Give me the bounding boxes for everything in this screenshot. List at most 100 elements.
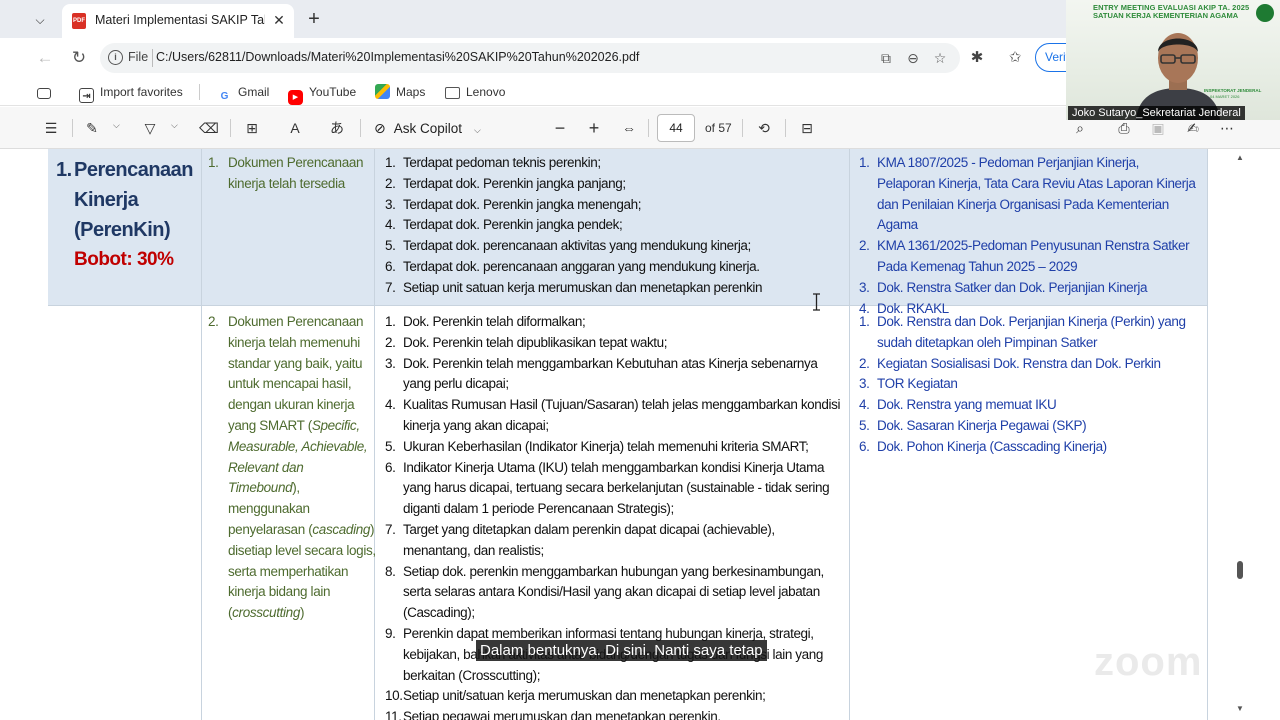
favorites-divider <box>199 84 200 100</box>
list-item: 3. Terdapat dok. Perenkin jangka menengah… <box>385 196 642 212</box>
favorite-maps[interactable]: Maps <box>375 83 425 101</box>
zoom-in-icon[interactable]: + <box>584 118 604 138</box>
ask-copilot-label: Ask Copilot <box>393 121 463 136</box>
list-item: 4. Dok. Renstra yang memuat IKU <box>859 397 1057 413</box>
evidence-list-1: 1. Terdapat pedoman teknis perenkin; 2. Te… <box>385 153 845 299</box>
list-item: 4. Terdapat dok. Perenkin jangka pendek; <box>385 217 623 233</box>
event-banner-subtitle: SATUAN KERJA KEMENTERIAN AGAMA <box>1093 11 1239 20</box>
toolbar-divider <box>72 119 73 137</box>
favorite-youtube-label: YouTube <box>309 85 357 99</box>
list-item: 1. KMA 1807/2025 - Pedoman Perjanjian Kin… <box>859 155 1196 233</box>
tab-active[interactable]: PDF Materi Implementasi SAKIP Tahun 2026… <box>62 4 294 38</box>
reload-icon[interactable]: ↻ <box>67 46 91 70</box>
page-view-icon[interactable]: ⊟ <box>797 118 817 138</box>
copilot-chevron-icon: ⌵ <box>474 125 481 135</box>
copilot-icon: ⊘ <box>374 120 386 136</box>
zoom-magnifier-icon[interactable]: ⊖ <box>903 48 923 68</box>
list-item: 1. Terdapat pedoman teknis perenkin; <box>385 155 601 170</box>
sidebar-toggle-icon[interactable] <box>37 83 57 101</box>
toolbar-divider <box>230 119 231 137</box>
info-icon[interactable]: i <box>108 50 123 65</box>
favorite-lenovo[interactable]: Lenovo <box>445 83 505 101</box>
favorite-gmail-label: Gmail <box>238 85 270 99</box>
criterion-text: Dokumen Perencanaan kinerja telah memenu… <box>228 314 376 621</box>
participant-name: Joko Sutaryo_Sekretariat Jenderal <box>1068 106 1245 120</box>
address-bar[interactable]: i File C:/Users/62811/Downloads/Materi%2… <box>100 43 960 73</box>
read-aloud-icon[interactable]: A <box>285 118 305 138</box>
save-icon[interactable]: ▣ <box>1148 118 1168 138</box>
tab-actions-chevron-icon[interactable]: ⌵ <box>30 10 50 30</box>
kemenag-logo-icon <box>1256 4 1274 22</box>
favorite-maps-label: Maps <box>396 85 426 99</box>
google-icon: G <box>220 91 229 102</box>
print-icon[interactable]: ⎙ <box>1114 118 1134 138</box>
favorite-import[interactable]: ⇥ Import favorites <box>79 83 183 103</box>
list-item: 8. Setiap dok. perenkin menggambarkan hub… <box>385 563 824 621</box>
aspect-line: Kinerja <box>74 189 139 211</box>
list-item: 5. Terdapat dok. perencanaan aktivitas ya… <box>385 238 751 254</box>
maps-icon <box>375 84 390 99</box>
aspect-weight: Bobot: 30% <box>74 249 174 270</box>
ask-copilot-button[interactable]: ⊘ Ask Copilot ⌵ <box>374 118 481 138</box>
more-options-icon[interactable]: ⋯ <box>1217 118 1237 138</box>
zoom-watermark: zoom <box>1094 640 1203 684</box>
new-tab-plus-icon[interactable]: + <box>303 8 325 30</box>
vertical-scrollbar[interactable]: ▲ ▼ <box>1232 149 1248 720</box>
favorite-gmail[interactable]: G Gmail <box>217 83 270 102</box>
toolbar-divider <box>785 119 786 137</box>
address-divider <box>152 49 153 67</box>
reference-list-2: 1. Dok. Renstra dan Dok. Perjanjian Kiner… <box>859 312 1199 458</box>
favorites-star-icon[interactable]: ✩ <box>1003 46 1027 70</box>
favorite-lenovo-label: Lenovo <box>466 85 506 99</box>
contents-list-icon[interactable]: ☰ <box>41 118 61 138</box>
list-item: 4. Kualitas Rumusan Hasil (Tujuan/Sasaran… <box>385 397 841 433</box>
fit-width-icon[interactable]: ⇔ <box>619 118 639 138</box>
save-as-icon[interactable]: ✍ <box>1183 118 1203 138</box>
favorite-youtube[interactable]: ▶ YouTube <box>288 83 357 105</box>
list-item: 6. Indikator Kinerja Utama (IKU) telah me… <box>385 459 830 517</box>
draw-chevron-icon[interactable]: ⌵ <box>171 120 178 131</box>
highlight-icon[interactable]: ✎ <box>82 118 102 138</box>
add-text-icon[interactable]: ⊞ <box>242 118 262 138</box>
aspect-line: Perencanaan <box>74 159 194 181</box>
scroll-thumb[interactable] <box>1237 561 1243 579</box>
search-icon[interactable]: ⌕ <box>1070 118 1090 138</box>
list-item: 3. Dok. Perenkin telah menggambarkan Kebu… <box>385 355 818 392</box>
favorite-star-icon[interactable]: ☆ <box>930 48 950 68</box>
page-total: of 57 <box>705 121 732 135</box>
read-aloud-icon[interactable]: ⧉ <box>876 48 896 68</box>
url-text[interactable]: C:/Users/62811/Downloads/Materi%20Implem… <box>156 50 639 64</box>
favorite-import-label: Import favorites <box>100 85 183 99</box>
folder-icon <box>445 87 460 99</box>
highlight-chevron-icon[interactable]: ⌵ <box>113 120 120 131</box>
list-item: 6. Dok. Pohon Kinerja (Casscading Kinerja… <box>859 438 1107 454</box>
toolbar-divider <box>360 119 361 137</box>
zoom-out-icon[interactable]: − <box>550 118 570 138</box>
list-item: 10. Setiap unit/satuan kerja merumuskan d… <box>385 688 766 704</box>
pdf-page: 1. Perencanaan Kinerja (PerenKin) Bobot:… <box>48 149 1208 720</box>
table-column-divider <box>201 149 202 720</box>
pdf-viewer[interactable]: 1. Perencanaan Kinerja (PerenKin) Bobot:… <box>0 149 1280 720</box>
list-item: 3. TOR Kegiatan <box>859 376 958 392</box>
tab-title: Materi Implementasi SAKIP Tahun 2026.pdf <box>95 13 265 27</box>
list-item: 5. Dok. Sasaran Kinerja Pegawai (SKP) <box>859 417 1087 433</box>
extensions-puzzle-icon[interactable]: ✱ <box>965 46 989 70</box>
tab-close-icon[interactable]: ✕ <box>270 11 288 29</box>
eraser-icon[interactable]: ⌫ <box>199 118 219 138</box>
translate-icon[interactable]: あ <box>327 118 347 138</box>
rotate-icon[interactable]: ⟲ <box>754 118 774 138</box>
criterion-text: Dokumen Perencanaan kinerja telah tersed… <box>228 155 364 191</box>
list-item: 2. Kegiatan Sosialisasi Dok. Renstra dan … <box>859 355 1161 371</box>
scroll-up-arrow-icon[interactable]: ▲ <box>1235 153 1245 163</box>
list-item: 1. Dok. Perenkin telah diformalkan; <box>385 314 586 329</box>
page-number-input[interactable]: 44 <box>657 114 695 142</box>
live-caption: Dalam bentuknya. Di sini. Nanti saya tet… <box>476 640 767 661</box>
import-icon: ⇥ <box>79 88 94 103</box>
draw-icon[interactable]: ▽ <box>140 118 160 138</box>
youtube-icon: ▶ <box>288 90 303 105</box>
back-arrow-icon[interactable]: ← <box>33 46 57 70</box>
list-item: 2. KMA 1361/2025-Pedoman Penyusunan Renst… <box>859 238 1190 274</box>
scroll-down-arrow-icon[interactable]: ▼ <box>1235 704 1245 714</box>
list-item: 3. Dok. Renstra Satker dan Dok. Perjanjia… <box>859 279 1148 295</box>
toolbar-divider <box>648 119 649 137</box>
